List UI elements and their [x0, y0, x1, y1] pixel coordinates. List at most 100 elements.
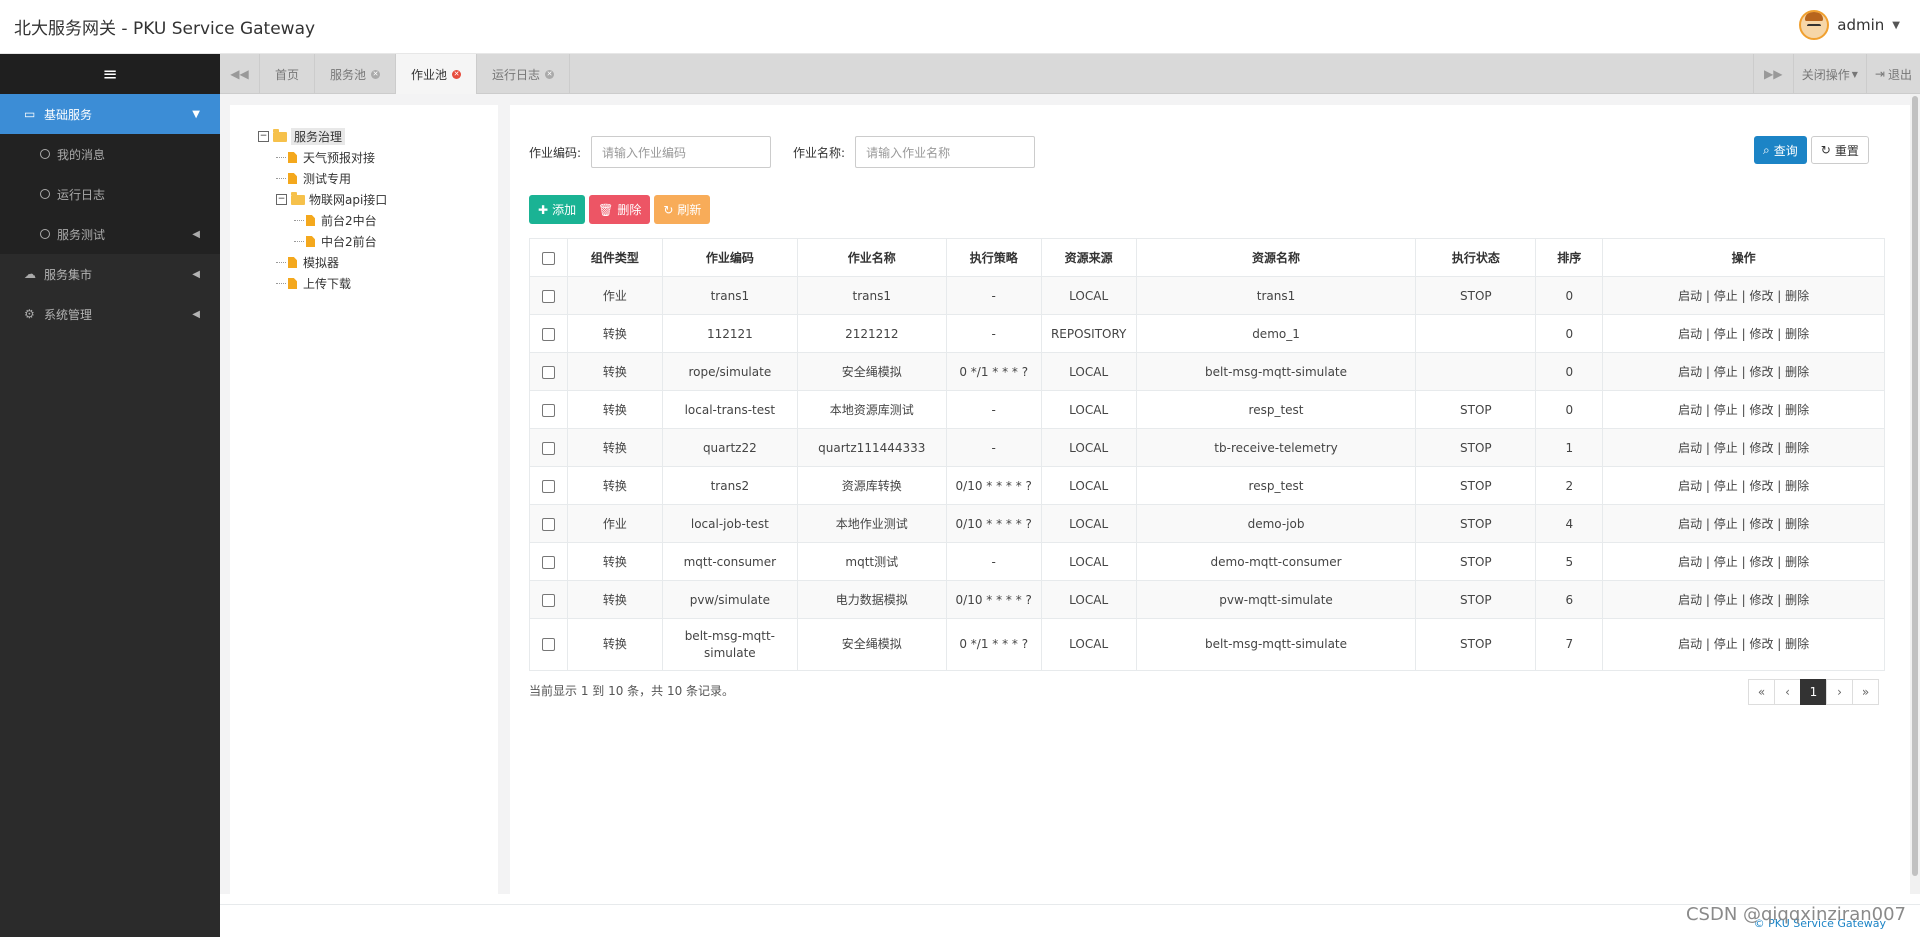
- scrollbar-thumb[interactable]: [1912, 96, 1918, 876]
- start-link[interactable]: 启动: [1678, 593, 1702, 607]
- table-row[interactable]: 作业 local-job-test 本地作业测试 0/10 * * * * ? LOCA…: [529, 504, 1885, 543]
- sidebar-item-service-market[interactable]: ☁ 服务集市 ◀: [0, 254, 220, 294]
- tree-node[interactable]: 测试专用: [258, 168, 387, 189]
- job-name-input[interactable]: 请输入作业名称: [855, 136, 1036, 168]
- sidebar-item-system-admin[interactable]: ⚙ 系统管理 ◀: [0, 294, 220, 334]
- edit-link[interactable]: 修改: [1749, 555, 1773, 569]
- logout-button[interactable]: ⇥ 退出: [1865, 54, 1920, 94]
- delete-link[interactable]: 删除: [1785, 289, 1809, 303]
- delete-link[interactable]: 删除: [1785, 365, 1809, 379]
- table-row[interactable]: 转换 local-trans-test 本地资源库测试 - LOCAL resp_test…: [529, 390, 1885, 429]
- delete-link[interactable]: 删除: [1785, 555, 1809, 569]
- refresh-button[interactable]: ↻ 刷新: [654, 195, 711, 224]
- caret-down-icon[interactable]: ▼: [1892, 20, 1900, 31]
- table-row[interactable]: 转换 mqtt-consumer mqtt测试 - LOCAL demo-mqtt-con…: [529, 542, 1885, 581]
- delete-link[interactable]: 删除: [1785, 327, 1809, 341]
- start-link[interactable]: 启动: [1678, 479, 1702, 493]
- row-checkbox[interactable]: [541, 479, 555, 493]
- tree-node-label[interactable]: 天气预报对接: [303, 149, 375, 166]
- edit-link[interactable]: 修改: [1749, 637, 1773, 651]
- edit-link[interactable]: 修改: [1749, 479, 1773, 493]
- sidebar-item-my-messages[interactable]: 我的消息: [0, 134, 220, 174]
- row-select-cell[interactable]: [529, 618, 568, 671]
- start-link[interactable]: 启动: [1678, 289, 1702, 303]
- stop-link[interactable]: 停止: [1714, 327, 1738, 341]
- delete-link[interactable]: 删除: [1785, 479, 1809, 493]
- tab-home[interactable]: 首页: [260, 54, 316, 94]
- select-all-cell[interactable]: [529, 238, 568, 277]
- tab-run-log[interactable]: 运行日志 ✕: [477, 54, 571, 94]
- table-row[interactable]: 转换 quartz22 quartz111444333- LOCAL tb-receiv…: [529, 428, 1885, 467]
- tree-node[interactable]: 中台2前台: [258, 231, 387, 252]
- last-page-button[interactable]: »: [1852, 679, 1879, 705]
- avatar[interactable]: [1799, 10, 1830, 40]
- row-select-cell[interactable]: [529, 314, 568, 353]
- column-header[interactable]: 执行策略: [945, 238, 1042, 277]
- start-link[interactable]: 启动: [1678, 403, 1702, 417]
- table-row[interactable]: 作业 trans1 trans1- LOCAL trans1 STOP 0 启动 | 停止 |…: [529, 276, 1885, 315]
- tab-service-pool[interactable]: 服务池 ✕: [315, 54, 397, 94]
- page-button[interactable]: 1: [1800, 679, 1827, 705]
- edit-link[interactable]: 修改: [1749, 593, 1773, 607]
- start-link[interactable]: 启动: [1678, 555, 1702, 569]
- column-header[interactable]: 作业编码: [661, 238, 798, 277]
- sidebar-item-service-test[interactable]: 服务测试 ◀: [0, 214, 220, 254]
- stop-link[interactable]: 停止: [1714, 517, 1738, 531]
- row-checkbox[interactable]: [541, 365, 555, 379]
- collapse-icon[interactable]: −: [276, 194, 287, 205]
- column-header[interactable]: 资源名称: [1135, 238, 1417, 277]
- column-header[interactable]: 资源来源: [1040, 238, 1137, 277]
- tabs-scroll-left-icon[interactable]: ◀◀: [220, 54, 260, 94]
- stop-link[interactable]: 停止: [1714, 555, 1738, 569]
- table-row[interactable]: 转换 rope/simulate 安全绳模拟 0 */1 * * * ? LOCAL be…: [529, 352, 1885, 391]
- start-link[interactable]: 启动: [1678, 441, 1702, 455]
- tree-node[interactable]: 模拟器: [258, 252, 387, 273]
- stop-link[interactable]: 停止: [1714, 289, 1738, 303]
- tree-node-iot[interactable]: − 物联网api接口: [258, 189, 387, 210]
- tabs-scroll-right-icon[interactable]: ▶▶: [1752, 54, 1793, 94]
- tree-node-label[interactable]: 上传下载: [303, 275, 351, 292]
- stop-link[interactable]: 停止: [1714, 403, 1738, 417]
- start-link[interactable]: 启动: [1678, 517, 1702, 531]
- close-icon[interactable]: ✕: [371, 69, 381, 79]
- start-link[interactable]: 启动: [1678, 365, 1702, 379]
- column-header[interactable]: 排序: [1535, 238, 1604, 277]
- select-all-checkbox[interactable]: [541, 251, 555, 265]
- add-button[interactable]: ✚ 添加: [529, 195, 586, 224]
- first-page-button[interactable]: «: [1748, 679, 1775, 705]
- row-checkbox[interactable]: [541, 555, 555, 569]
- job-code-input[interactable]: 请输入作业编码: [591, 136, 772, 168]
- stop-link[interactable]: 停止: [1714, 593, 1738, 607]
- column-header[interactable]: 执行状态: [1415, 238, 1537, 277]
- row-checkbox[interactable]: [541, 638, 555, 651]
- tree-node-label[interactable]: 模拟器: [303, 254, 339, 271]
- start-link[interactable]: 启动: [1678, 327, 1702, 341]
- row-checkbox[interactable]: [541, 289, 555, 303]
- delete-link[interactable]: 删除: [1785, 403, 1809, 417]
- row-checkbox[interactable]: [541, 441, 555, 455]
- row-checkbox[interactable]: [541, 403, 555, 417]
- edit-link[interactable]: 修改: [1749, 403, 1773, 417]
- reset-button[interactable]: ↻ 重置: [1810, 136, 1869, 164]
- tree-node-label[interactable]: 中台2前台: [321, 233, 377, 250]
- start-link[interactable]: 启动: [1678, 637, 1702, 651]
- row-select-cell[interactable]: [529, 352, 568, 391]
- tree-node-label[interactable]: 前台2中台: [321, 212, 377, 229]
- sidebar-item-run-log[interactable]: 运行日志: [0, 174, 220, 214]
- delete-link[interactable]: 删除: [1785, 637, 1809, 651]
- row-select-cell[interactable]: [529, 542, 568, 581]
- tree-node-label[interactable]: 物联网api接口: [309, 191, 387, 208]
- user-menu[interactable]: admin ▼: [1799, 10, 1900, 40]
- table-row[interactable]: 转换 trans2 资源库转换 0/10 * * * * ? LOCAL resp_tes…: [529, 466, 1885, 505]
- tree-node[interactable]: 天气预报对接: [258, 147, 387, 168]
- table-row[interactable]: 转换 belt-msg-mqtt-simulate 安全绳模拟 0 */1 * * *…: [529, 618, 1885, 671]
- tab-job-pool[interactable]: 作业池 ✕: [396, 54, 478, 94]
- prev-page-button[interactable]: ‹: [1774, 679, 1801, 705]
- tree-node-label[interactable]: 测试专用: [303, 170, 351, 187]
- delete-link[interactable]: 删除: [1785, 517, 1809, 531]
- column-header[interactable]: 组件类型: [566, 238, 663, 277]
- edit-link[interactable]: 修改: [1749, 441, 1773, 455]
- column-header[interactable]: 作业名称: [796, 238, 947, 277]
- edit-link[interactable]: 修改: [1749, 327, 1773, 341]
- delete-link[interactable]: 删除: [1785, 593, 1809, 607]
